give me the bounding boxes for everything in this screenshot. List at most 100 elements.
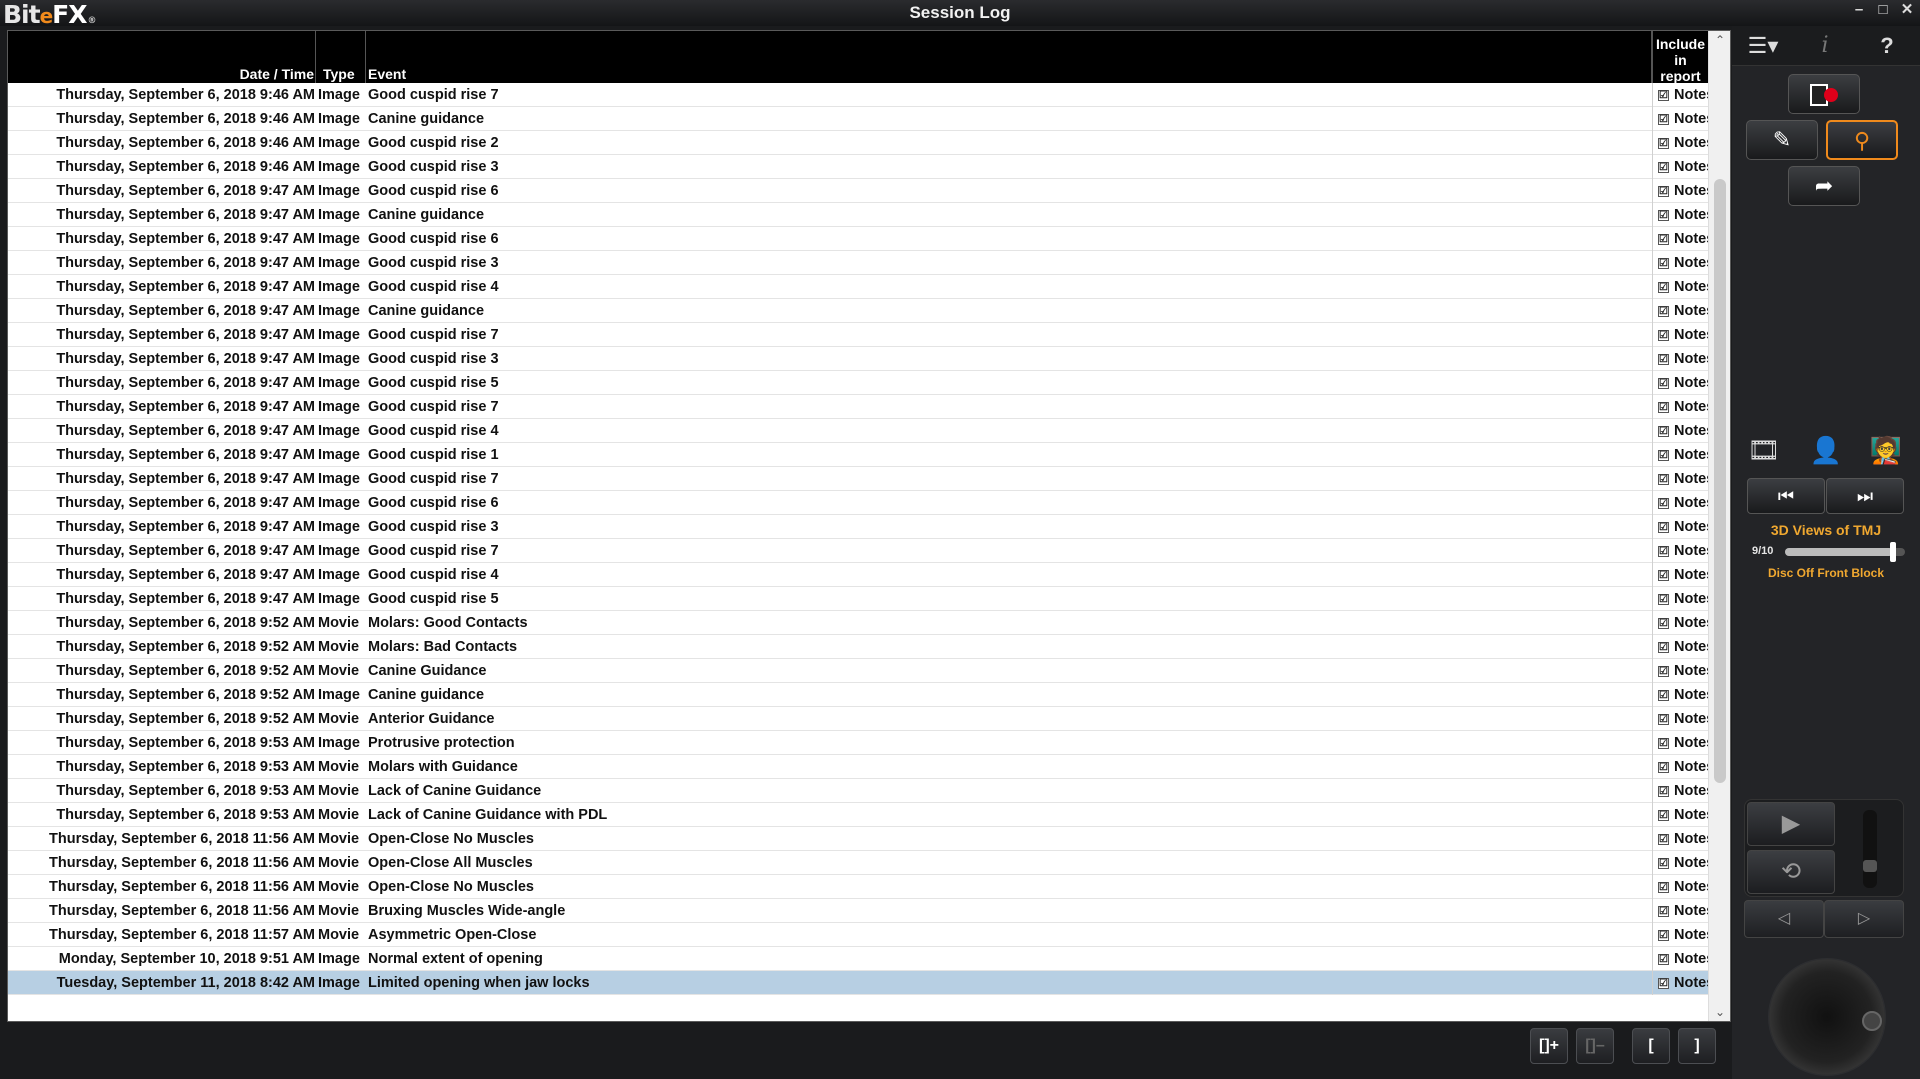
info-icon[interactable]: i: [1794, 26, 1856, 66]
table-row[interactable]: Thursday, September 6, 2018 9:52 AM Movie…: [8, 707, 1714, 731]
edit-notes-button[interactable]: ✎: [1746, 120, 1818, 160]
include-in-report-checkbox[interactable]: ☑: [1658, 330, 1669, 341]
column-header-include[interactable]: Include in report: [1652, 31, 1708, 84]
images-mode-portrait-icon[interactable]: 👤: [1796, 426, 1856, 474]
include-in-report-checkbox[interactable]: ☑: [1658, 738, 1669, 749]
scroll-down-arrow-icon[interactable]: ⌄: [1709, 1003, 1731, 1021]
table-row[interactable]: Thursday, September 6, 2018 9:52 AM Movie…: [8, 611, 1714, 635]
include-in-report-checkbox[interactable]: ☑: [1658, 210, 1669, 221]
table-row[interactable]: Thursday, September 6, 2018 9:52 AM Movie…: [8, 659, 1714, 683]
include-in-report-checkbox[interactable]: ☑: [1658, 690, 1669, 701]
next-sequence-button[interactable]: ⏭: [1826, 478, 1904, 514]
table-row[interactable]: Thursday, September 6, 2018 9:47 AM Image…: [8, 227, 1714, 251]
include-in-report-checkbox[interactable]: ☑: [1658, 306, 1669, 317]
table-row[interactable]: Thursday, September 6, 2018 11:56 AM Movi…: [8, 875, 1714, 899]
include-in-report-checkbox[interactable]: ☑: [1658, 954, 1669, 965]
table-row[interactable]: Thursday, September 6, 2018 9:47 AM Image…: [8, 587, 1714, 611]
include-in-report-checkbox[interactable]: ☑: [1658, 930, 1669, 941]
export-report-button[interactable]: ➦: [1788, 166, 1860, 206]
previous-sequence-button[interactable]: ⏮: [1747, 478, 1825, 514]
table-row[interactable]: Thursday, September 6, 2018 9:46 AM Image…: [8, 83, 1714, 107]
include-in-report-checkbox[interactable]: ☑: [1658, 354, 1669, 365]
minimize-button[interactable]: –: [1850, 1, 1868, 19]
add-bracket-button[interactable]: []+: [1530, 1028, 1568, 1064]
table-row[interactable]: Thursday, September 6, 2018 9:53 AM Movie…: [8, 803, 1714, 827]
close-bracket-button[interactable]: ]: [1678, 1028, 1716, 1064]
table-row[interactable]: Thursday, September 6, 2018 9:46 AM Image…: [8, 131, 1714, 155]
include-in-report-checkbox[interactable]: ☑: [1658, 570, 1669, 581]
include-in-report-checkbox[interactable]: ☑: [1658, 642, 1669, 653]
rotation-dial[interactable]: [1768, 958, 1886, 1076]
include-in-report-checkbox[interactable]: ☑: [1658, 426, 1669, 437]
menu-list-icon[interactable]: ☰▾: [1732, 26, 1794, 66]
table-row[interactable]: Thursday, September 6, 2018 11:57 AM Movi…: [8, 923, 1714, 947]
close-button[interactable]: ✕: [1898, 1, 1916, 19]
column-header-date[interactable]: Date / Time: [8, 31, 316, 83]
include-in-report-checkbox[interactable]: ☑: [1658, 546, 1669, 557]
maximize-button[interactable]: □: [1874, 1, 1892, 19]
include-in-report-checkbox[interactable]: ☑: [1658, 450, 1669, 461]
include-in-report-checkbox[interactable]: ☑: [1658, 498, 1669, 509]
play-button[interactable]: ▶: [1747, 802, 1835, 846]
include-in-report-checkbox[interactable]: ☑: [1658, 858, 1669, 869]
include-in-report-checkbox[interactable]: ☑: [1658, 378, 1669, 389]
include-in-report-checkbox[interactable]: ☑: [1658, 114, 1669, 125]
table-row[interactable]: Thursday, September 6, 2018 9:47 AM Image…: [8, 563, 1714, 587]
table-row[interactable]: Thursday, September 6, 2018 9:47 AM Image…: [8, 395, 1714, 419]
speed-slider-knob[interactable]: [1863, 859, 1877, 872]
speed-slider[interactable]: [1863, 810, 1877, 888]
column-header-type[interactable]: Type: [316, 31, 366, 83]
table-row[interactable]: Thursday, September 6, 2018 9:47 AM Image…: [8, 347, 1714, 371]
table-row[interactable]: Thursday, September 6, 2018 11:56 AM Movi…: [8, 827, 1714, 851]
table-row[interactable]: Thursday, September 6, 2018 9:47 AM Image…: [8, 299, 1714, 323]
table-row[interactable]: Tuesday, September 11, 2018 8:42 AM Image…: [8, 971, 1714, 995]
table-row[interactable]: Thursday, September 6, 2018 9:47 AM Image…: [8, 275, 1714, 299]
table-row[interactable]: Thursday, September 6, 2018 9:47 AM Image…: [8, 515, 1714, 539]
table-row[interactable]: Thursday, September 6, 2018 9:46 AM Image…: [8, 107, 1714, 131]
table-row[interactable]: Thursday, September 6, 2018 9:52 AM Movie…: [8, 635, 1714, 659]
include-in-report-checkbox[interactable]: ☑: [1658, 282, 1669, 293]
table-row[interactable]: Thursday, September 6, 2018 9:47 AM Image…: [8, 419, 1714, 443]
include-in-report-checkbox[interactable]: ☑: [1658, 138, 1669, 149]
include-in-report-checkbox[interactable]: ☑: [1658, 762, 1669, 773]
help-icon[interactable]: ?: [1856, 26, 1918, 66]
include-in-report-checkbox[interactable]: ☑: [1658, 474, 1669, 485]
table-row[interactable]: Thursday, September 6, 2018 9:47 AM Image…: [8, 251, 1714, 275]
table-row[interactable]: Thursday, September 6, 2018 9:47 AM Image…: [8, 179, 1714, 203]
table-row[interactable]: Thursday, September 6, 2018 9:53 AM Image…: [8, 731, 1714, 755]
remove-bracket-button[interactable]: []–: [1576, 1028, 1614, 1064]
include-in-report-checkbox[interactable]: ☑: [1658, 786, 1669, 797]
include-in-report-checkbox[interactable]: ☑: [1658, 666, 1669, 677]
table-row[interactable]: Monday, September 10, 2018 9:51 AM Image N…: [8, 947, 1714, 971]
include-in-report-checkbox[interactable]: ☑: [1658, 522, 1669, 533]
step-forward-button[interactable]: ▷: [1824, 900, 1904, 938]
vertical-scrollbar[interactable]: ⌃ ⌄: [1708, 31, 1730, 1021]
include-in-report-checkbox[interactable]: ☑: [1658, 906, 1669, 917]
include-in-report-checkbox[interactable]: ☑: [1658, 882, 1669, 893]
include-in-report-checkbox[interactable]: ☑: [1658, 162, 1669, 173]
include-in-report-checkbox[interactable]: ☑: [1658, 618, 1669, 629]
column-header-event[interactable]: Event: [366, 31, 1652, 83]
table-row[interactable]: Thursday, September 6, 2018 9:47 AM Image…: [8, 539, 1714, 563]
table-row[interactable]: Thursday, September 6, 2018 9:47 AM Image…: [8, 371, 1714, 395]
table-row[interactable]: Thursday, September 6, 2018 9:46 AM Image…: [8, 155, 1714, 179]
session-log-view-button[interactable]: ⚲: [1826, 120, 1898, 160]
loop-button[interactable]: ⟲: [1747, 850, 1835, 894]
include-in-report-checkbox[interactable]: ☑: [1658, 90, 1669, 101]
open-bracket-button[interactable]: [: [1632, 1028, 1670, 1064]
movies-mode-film-icon[interactable]: 🎞: [1734, 426, 1794, 474]
presentation-mode-presenter-icon[interactable]: 🧑‍🏫: [1856, 426, 1916, 474]
include-in-report-checkbox[interactable]: ☑: [1658, 978, 1669, 989]
scrollbar-thumb[interactable]: [1714, 178, 1726, 783]
include-in-report-checkbox[interactable]: ☑: [1658, 186, 1669, 197]
include-in-report-checkbox[interactable]: ☑: [1658, 402, 1669, 413]
include-in-report-checkbox[interactable]: ☑: [1658, 234, 1669, 245]
table-row[interactable]: Thursday, September 6, 2018 9:52 AM Image…: [8, 683, 1714, 707]
table-row[interactable]: Thursday, September 6, 2018 9:47 AM Image…: [8, 467, 1714, 491]
table-row[interactable]: Thursday, September 6, 2018 9:53 AM Movie…: [8, 755, 1714, 779]
include-in-report-checkbox[interactable]: ☑: [1658, 714, 1669, 725]
include-in-report-checkbox[interactable]: ☑: [1658, 258, 1669, 269]
table-row[interactable]: Thursday, September 6, 2018 9:47 AM Image…: [8, 491, 1714, 515]
table-row[interactable]: Thursday, September 6, 2018 9:47 AM Image…: [8, 443, 1714, 467]
include-in-report-checkbox[interactable]: ☑: [1658, 594, 1669, 605]
